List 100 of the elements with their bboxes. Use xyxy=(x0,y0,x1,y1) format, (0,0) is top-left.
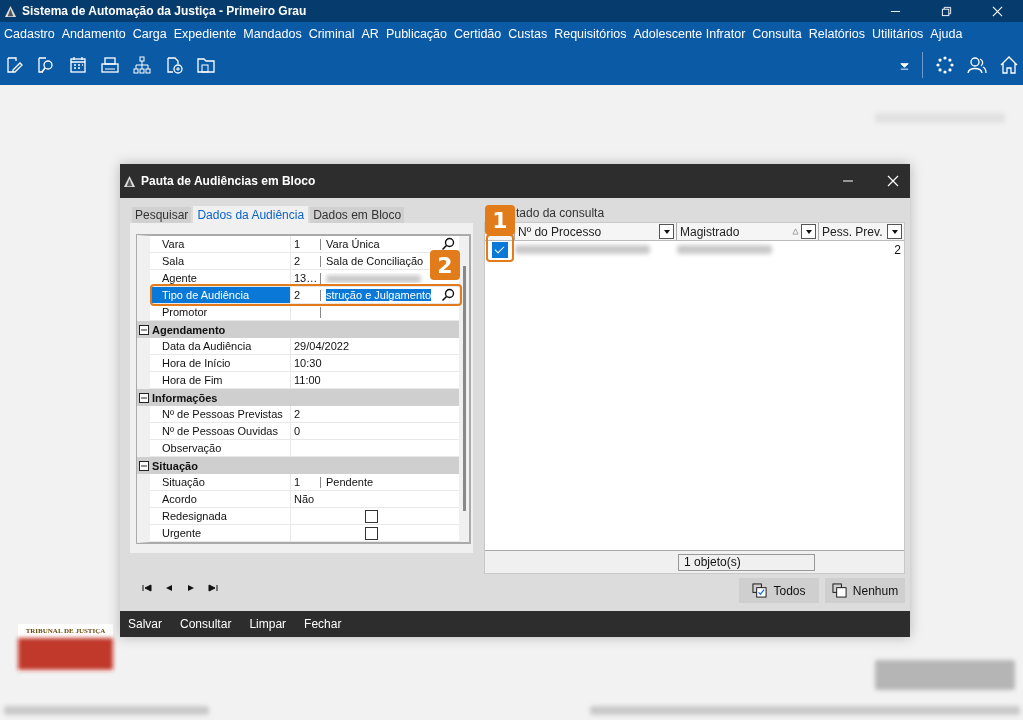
property-value: 29/04/2022 xyxy=(293,340,350,352)
property-value: Vara Única xyxy=(326,238,380,250)
dropdown-icon[interactable] xyxy=(804,227,813,236)
collapse-icon[interactable] xyxy=(139,392,149,403)
menu-item[interactable]: Carga xyxy=(132,26,167,41)
menu-item[interactable]: Adolescente Infrator xyxy=(633,26,746,41)
menu-item[interactable]: Andamento xyxy=(61,26,126,41)
checkbox[interactable] xyxy=(492,241,508,258)
search-document-icon[interactable] xyxy=(36,55,56,75)
property-value: Sala de Conciliação xyxy=(326,255,424,267)
dialog-title: Pauta de Audiências em Bloco xyxy=(141,174,316,188)
column-header[interactable]: Magistrado xyxy=(676,223,818,240)
home-icon[interactable] xyxy=(999,55,1019,75)
table-cell-text: 2 xyxy=(893,242,902,257)
property-label: Nº de Pessoas Previstas xyxy=(150,406,291,422)
group-header: Agendamento xyxy=(152,323,226,336)
code-value: 13… xyxy=(294,272,318,284)
window-title: Sistema de Automação da Justiça - Primeiro Grau xyxy=(22,4,307,18)
add-document-icon[interactable] xyxy=(164,55,184,75)
property-value: strução e Julgamento xyxy=(326,289,432,301)
users-icon[interactable] xyxy=(967,55,987,75)
restore-icon[interactable] xyxy=(941,5,952,17)
last-record-icon[interactable] xyxy=(208,583,218,593)
menu-item[interactable]: Publicação xyxy=(385,26,448,41)
code-value: 2 xyxy=(294,289,301,301)
collapse-icon[interactable] xyxy=(139,460,149,471)
code-value: 1 xyxy=(294,238,301,250)
property-label: Acordo xyxy=(150,491,291,507)
dropdown-icon[interactable] xyxy=(890,227,899,236)
menu-item[interactable]: Relatórios xyxy=(808,26,865,41)
menu-item[interactable]: AR xyxy=(361,26,379,41)
first-record-icon[interactable] xyxy=(142,583,152,593)
printer-icon[interactable] xyxy=(100,55,120,75)
property-value: 2 xyxy=(293,408,301,420)
tab[interactable]: Pesquisar xyxy=(132,207,192,223)
select-none-icon xyxy=(831,583,847,598)
column-header[interactable]: Pess. Prev. xyxy=(818,223,904,240)
property-value: 10:30 xyxy=(293,357,322,369)
property-value: 0 xyxy=(293,425,301,437)
spinner-icon[interactable] xyxy=(935,55,955,75)
code-value: 1 xyxy=(294,476,301,488)
property-label: Data da Audiência xyxy=(150,338,291,354)
menu-item[interactable]: Expediente xyxy=(173,26,237,41)
footer-action[interactable]: Salvar xyxy=(128,617,162,631)
annotation-badge: 2 xyxy=(430,250,460,280)
menu-item[interactable]: Criminal xyxy=(308,26,355,41)
footer-action[interactable]: Consultar xyxy=(180,617,232,631)
calendar-icon[interactable] xyxy=(68,55,88,75)
menu-item[interactable]: Requisitórios xyxy=(554,26,627,41)
tab[interactable]: Dados em Bloco xyxy=(310,207,405,223)
hierarchy-icon[interactable] xyxy=(132,55,152,75)
property-label: Vara xyxy=(150,236,291,252)
menu-item[interactable]: Consulta xyxy=(752,26,802,41)
footer-action[interactable]: Limpar xyxy=(249,617,287,631)
property-value: Não xyxy=(293,493,315,505)
close-icon[interactable] xyxy=(992,5,1003,17)
select-all-icon xyxy=(752,583,768,598)
action-button[interactable]: Nenhum xyxy=(825,578,905,603)
property-value: 11:00 xyxy=(293,374,321,386)
app-logo-icon xyxy=(4,4,17,18)
menu-item[interactable]: Ajuda xyxy=(930,26,963,41)
property-label: Situação xyxy=(150,474,291,490)
menu-item[interactable]: Custas xyxy=(508,26,548,41)
edit-icon[interactable] xyxy=(4,55,24,75)
code-value: 2 xyxy=(294,255,301,267)
previous-record-icon[interactable] xyxy=(164,583,174,593)
folder-icon[interactable] xyxy=(196,55,216,75)
dropdown-icon[interactable] xyxy=(662,227,671,236)
property-label: Urgente xyxy=(150,525,291,541)
action-button[interactable]: Todos xyxy=(739,578,819,603)
group-header: Situação xyxy=(152,459,198,472)
property-label: Agente xyxy=(150,270,291,286)
checkbox[interactable] xyxy=(364,526,378,540)
property-label: Hora de Fim xyxy=(150,372,291,388)
property-label: Nº de Pessoas Ouvidas xyxy=(150,423,291,439)
record-count: 1 objeto(s) xyxy=(678,553,815,571)
property-label: Redesignada xyxy=(150,508,291,524)
sort-icon xyxy=(792,228,799,235)
menu-item[interactable]: Cadastro xyxy=(4,26,55,41)
menu-item[interactable]: Certidão xyxy=(454,26,502,41)
menu-item[interactable]: Utilitários xyxy=(871,26,924,41)
close-icon[interactable] xyxy=(887,175,899,187)
next-record-icon[interactable] xyxy=(186,583,196,593)
property-label: Tipo de Audiência xyxy=(150,287,291,303)
search-icon[interactable] xyxy=(441,237,455,251)
column-header[interactable]: Nº do Processo xyxy=(514,223,676,240)
property-label: Hora de Início xyxy=(150,355,291,371)
annotation-badge: 1 xyxy=(485,205,515,235)
group-header: Informações xyxy=(152,391,218,404)
menu-item[interactable]: Mandados xyxy=(243,26,302,41)
property-label: Promotor xyxy=(150,304,291,320)
tab[interactable]: Dados da Audiência xyxy=(193,206,309,223)
footer-action[interactable]: Fechar xyxy=(304,617,342,631)
property-value: Pendente xyxy=(326,476,374,488)
collapse-icon[interactable] xyxy=(139,324,149,335)
property-label: Sala xyxy=(150,253,291,269)
app-logo-icon xyxy=(123,174,136,188)
search-icon[interactable] xyxy=(441,288,455,302)
checkbox[interactable] xyxy=(364,509,378,523)
property-label: Observação xyxy=(150,440,291,456)
